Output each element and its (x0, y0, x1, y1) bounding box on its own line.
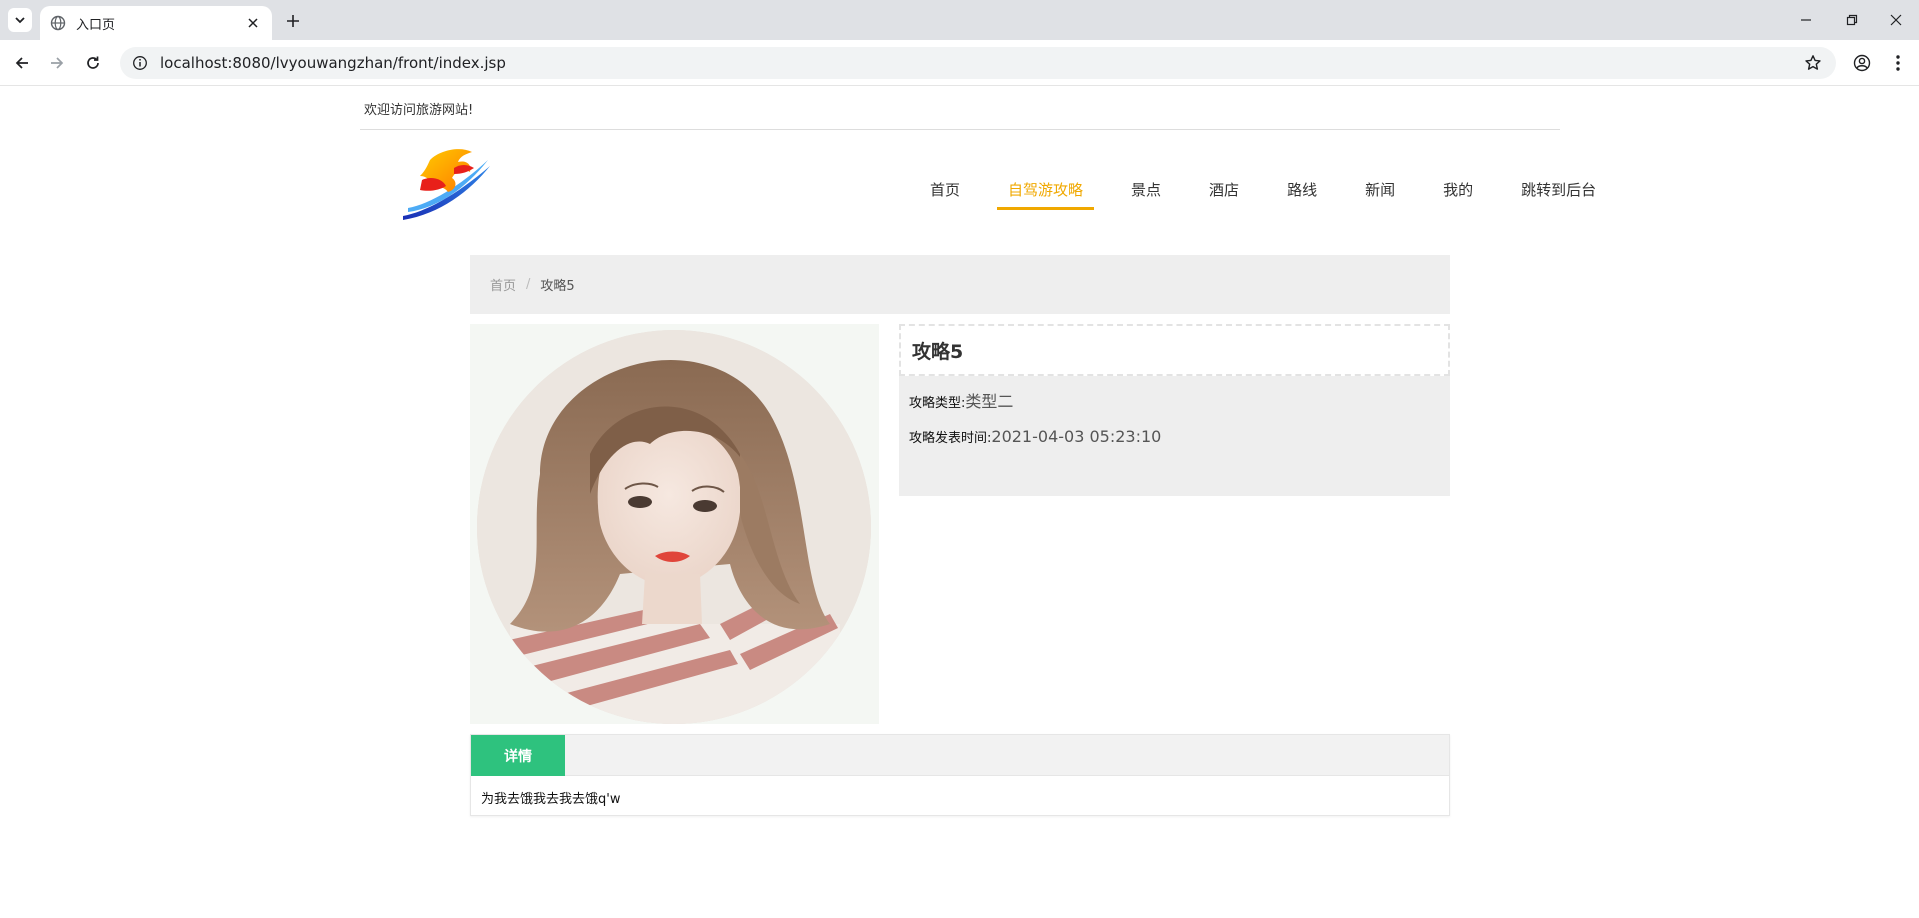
minimize-icon (1801, 19, 1811, 21)
nav-item-news[interactable]: 新闻 (1354, 168, 1406, 212)
nav-item-admin[interactable]: 跳转到后台 (1510, 168, 1607, 212)
back-button[interactable] (10, 51, 34, 75)
browser-menu-button[interactable] (1886, 51, 1910, 75)
nav-item-attractions[interactable]: 景点 (1120, 168, 1172, 212)
breadcrumb-current: 攻略5 (540, 279, 575, 294)
globe-icon (50, 15, 66, 31)
breadcrumb-separator: / (526, 277, 531, 292)
minimize-button[interactable] (1783, 0, 1829, 40)
forward-button[interactable] (45, 51, 69, 75)
main-nav: 首页 自驾游攻略 景点 酒店 路线 新闻 我的 跳转到后台 (906, 168, 1620, 212)
plus-icon (287, 15, 299, 27)
url-text: localhost:8080/lvyouwangzhan/front/index… (160, 54, 506, 72)
arrow-right-icon (51, 57, 64, 69)
breadcrumb: 首页 / 攻略5 (470, 255, 1450, 314)
reload-icon (87, 56, 99, 69)
new-tab-button[interactable] (282, 10, 304, 32)
more-vertical-icon (1896, 55, 1900, 71)
detail-tabbar: 详情 (471, 735, 1449, 776)
detail-panel: 详情 为我去饿我去我去饿q'w (470, 734, 1450, 816)
arrow-left-icon (15, 57, 28, 69)
article-info-panel: 攻略5 攻略类型: 类型二 攻略发表时间: 2021-04-03 05:23:1… (899, 324, 1450, 496)
nav-item-self-drive-guide[interactable]: 自驾游攻略 (997, 168, 1095, 212)
article-type-label: 攻略类型: (909, 396, 966, 411)
breadcrumb-home-link[interactable]: 首页 (490, 275, 516, 294)
article-cover-image (470, 324, 879, 724)
account-icon (1853, 54, 1871, 72)
article-time-value: 2021-04-03 05:23:10 (991, 427, 1162, 446)
nav-item-routes[interactable]: 路线 (1276, 168, 1328, 212)
site-info-icon[interactable] (132, 55, 148, 71)
close-icon (1890, 14, 1902, 26)
header-divider (360, 129, 1560, 130)
chevron-down-icon (15, 17, 25, 24)
article-type-row: 攻略类型: 类型二 (909, 388, 1013, 412)
welcome-text: 欢迎访问旅游网站! (364, 103, 474, 118)
profile-button[interactable] (1850, 51, 1874, 75)
tab-close-icon[interactable] (244, 14, 262, 32)
restore-icon (1846, 14, 1858, 26)
tab-detail[interactable]: 详情 (471, 735, 565, 776)
close-window-button[interactable] (1873, 0, 1919, 40)
browser-tab-active[interactable]: 入口页 (40, 6, 272, 40)
nav-item-hotels[interactable]: 酒店 (1198, 168, 1250, 212)
tab-title: 入口页 (76, 17, 116, 33)
article-type-value: 类型二 (965, 392, 1014, 411)
browser-tabstrip: 入口页 (0, 0, 1919, 40)
reload-button[interactable] (81, 51, 105, 75)
tab-search-button[interactable] (8, 8, 32, 32)
nav-item-mine[interactable]: 我的 (1432, 168, 1484, 212)
article-time-row: 攻略发表时间: 2021-04-03 05:23:10 (909, 427, 1161, 446)
address-bar[interactable]: localhost:8080/lvyouwangzhan/front/index… (120, 47, 1836, 79)
restore-button[interactable] (1829, 0, 1875, 40)
nav-item-home[interactable]: 首页 (919, 168, 971, 212)
article-time-label: 攻略发表时间: (909, 431, 992, 446)
detail-content: 为我去饿我去我去饿q'w (481, 792, 621, 807)
browser-toolbar: localhost:8080/lvyouwangzhan/front/index… (0, 40, 1919, 86)
site-logo[interactable] (400, 146, 494, 220)
article-title: 攻略5 (899, 324, 1450, 376)
bookmark-star-icon[interactable] (1804, 54, 1822, 72)
